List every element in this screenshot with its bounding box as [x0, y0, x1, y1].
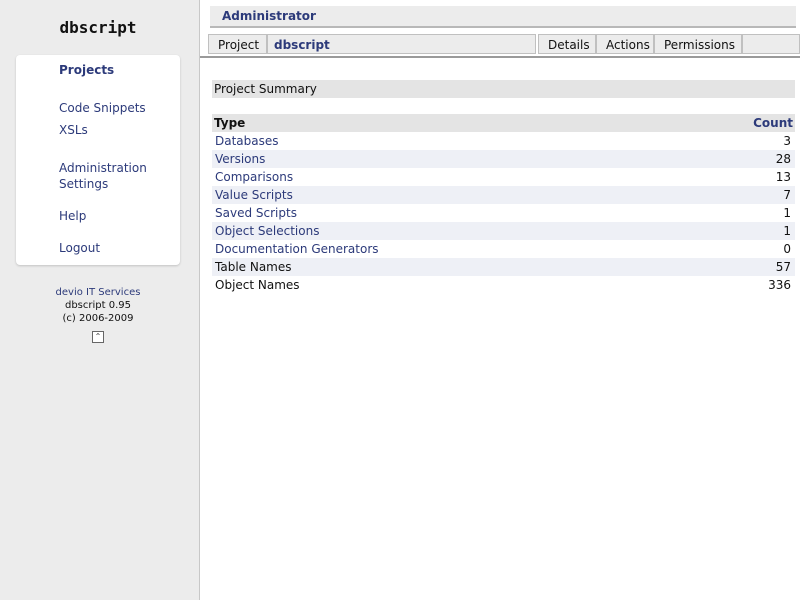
- nav-projects[interactable]: Projects: [59, 62, 114, 78]
- vendor-link[interactable]: devio IT Services: [0, 286, 196, 299]
- count-cell: 57: [675, 258, 795, 276]
- count-cell: 7: [675, 186, 795, 204]
- current-user: Administrator: [222, 9, 316, 23]
- nav-panel: Projects Code Snippets XSLs Administrati…: [16, 55, 180, 265]
- type-cell: Databases: [212, 132, 675, 150]
- table-row: Object Names 336: [212, 276, 795, 294]
- table-row: Versions 28: [212, 150, 795, 168]
- type-label-object-names: Object Names: [215, 278, 300, 292]
- tab-actions[interactable]: Actions: [596, 34, 654, 54]
- type-cell: Object Selections: [212, 222, 676, 240]
- type-link-object-selections[interactable]: Object Selections: [215, 224, 319, 238]
- table-row: Comparisons 13: [212, 168, 795, 186]
- type-link-saved-scripts[interactable]: Saved Scripts: [215, 206, 297, 220]
- copyright-text: (c) 2006-2009: [62, 313, 134, 324]
- column-header-count[interactable]: Count: [675, 114, 795, 132]
- count-cell: 3: [783, 134, 791, 148]
- tab-bar: Project dbscript Details Actions Permiss…: [208, 34, 800, 54]
- tab-project[interactable]: Project: [208, 34, 267, 54]
- main-content: Administrator Project dbscript Details A…: [199, 0, 800, 600]
- type-cell: Versions: [212, 150, 676, 168]
- type-cell: Value Scripts: [212, 186, 676, 204]
- type-cell: Saved Scripts: [212, 204, 675, 222]
- type-link-comparisons[interactable]: Comparisons: [215, 170, 293, 184]
- type-link-value-scripts[interactable]: Value Scripts: [215, 188, 293, 202]
- count-cell: 336: [768, 278, 791, 292]
- summary-table: Type Count Databases 3 Versions 28 Compa…: [212, 114, 795, 294]
- table-row: Saved Scripts 1: [212, 204, 795, 222]
- section-title: Project Summary: [212, 80, 795, 98]
- type-link-documentation-generators[interactable]: Documentation Generators: [215, 242, 379, 256]
- type-link-versions[interactable]: Versions: [215, 152, 265, 166]
- nav-code-snippets[interactable]: Code Snippets: [59, 100, 146, 116]
- app-logo: dbscript: [59, 18, 137, 37]
- count-cell: 1: [783, 206, 791, 220]
- table-row: Databases 3: [212, 132, 795, 150]
- count-cell: 13: [775, 170, 791, 184]
- count-cell: 0: [783, 242, 791, 256]
- sidebar-footer: devio IT Services dbscript 0.95 (c) 2006…: [0, 286, 196, 343]
- nav-help[interactable]: Help: [59, 208, 86, 224]
- nav-logout[interactable]: Logout: [59, 240, 100, 256]
- type-label-table-names: Table Names: [215, 260, 292, 274]
- nav-xsls[interactable]: XSLs: [59, 122, 88, 138]
- tab-permissions[interactable]: Permissions: [654, 34, 742, 54]
- type-cell: Object Names: [212, 276, 675, 294]
- count-cell: 1: [675, 222, 795, 240]
- nav-administration-settings[interactable]: Administration Settings: [59, 160, 169, 192]
- count-cell: 28: [675, 150, 795, 168]
- column-header-type: Type: [212, 114, 676, 132]
- table-row: Object Selections 1: [212, 222, 795, 240]
- user-bar: Administrator: [210, 6, 796, 28]
- tab-divider: [200, 56, 800, 58]
- type-cell: Comparisons: [212, 168, 675, 186]
- type-cell: Table Names: [212, 258, 676, 276]
- table-header-row: Type Count: [212, 114, 795, 132]
- table-row: Documentation Generators 0: [212, 240, 795, 258]
- type-link-databases[interactable]: Databases: [215, 134, 279, 148]
- version-text: dbscript 0.95: [64, 300, 131, 311]
- project-name: dbscript: [267, 34, 536, 54]
- table-row: Table Names 57: [212, 258, 795, 276]
- scroll-to-top-icon[interactable]: ⌃: [92, 331, 104, 343]
- table-row: Value Scripts 7: [212, 186, 795, 204]
- tab-details[interactable]: Details: [538, 34, 596, 54]
- type-cell: Documentation Generators: [212, 240, 675, 258]
- sidebar: dbscript Projects Code Snippets XSLs Adm…: [0, 0, 198, 600]
- tab-filler: [742, 34, 800, 54]
